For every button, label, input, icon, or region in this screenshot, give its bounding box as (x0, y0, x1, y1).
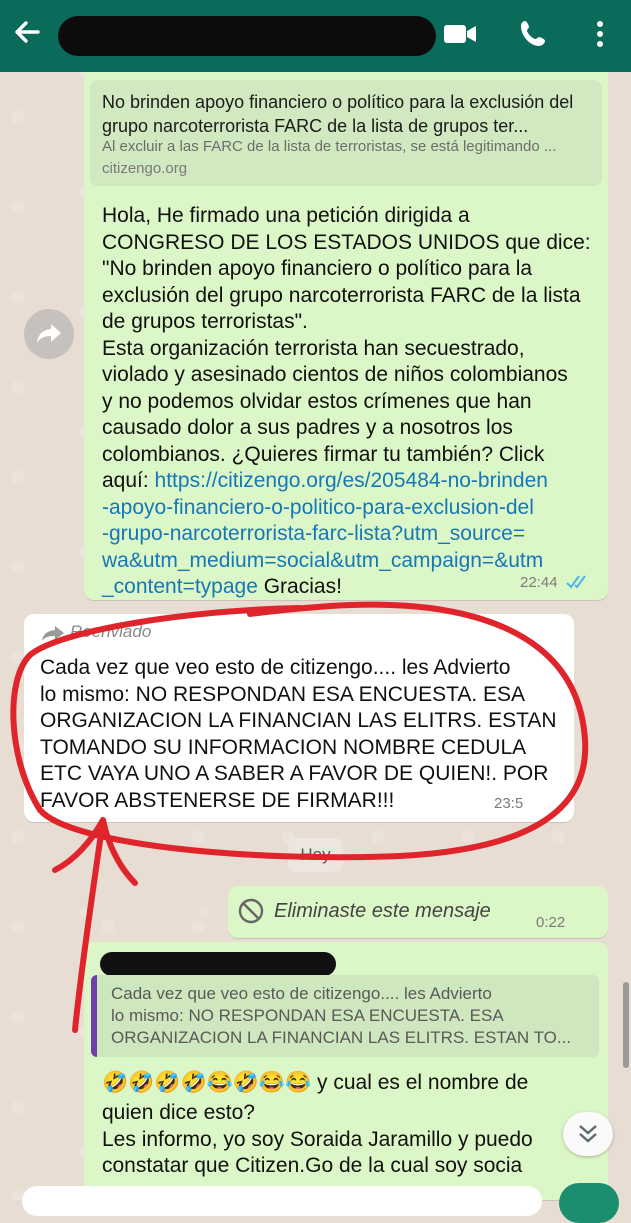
prohibited-icon (237, 897, 265, 925)
redacted-quoted-author (100, 952, 336, 976)
scroll-down-button[interactable] (563, 1112, 613, 1156)
message-time: 22:44 (520, 574, 558, 591)
emoji-row: 🤣🤣🤣🤣😂🤣😂😂 (102, 1071, 312, 1094)
deleted-message-text: Eliminaste este mensaje (274, 900, 491, 922)
chat-header (0, 0, 631, 72)
message-input[interactable] (22, 1186, 542, 1216)
forward-arrow-icon (37, 324, 61, 343)
redacted-contact-name[interactable] (58, 16, 436, 56)
link-preview-domain: citizengo.org (102, 160, 188, 177)
phone-icon[interactable] (515, 16, 555, 52)
date-separator: Hoy (288, 838, 343, 872)
message-text: 🤣🤣🤣🤣😂🤣😂😂 y cual es el nombre de (102, 1070, 602, 1097)
more-vert-icon[interactable] (585, 16, 625, 52)
message-body: Hola, He firmado una petición dirigida a… (102, 204, 591, 492)
quoted-message-text: Cada vez que veo esto de citizengo.... l… (111, 984, 572, 1047)
link-preview-description: Al excluir a las FARC de la lista de ter… (102, 138, 557, 155)
forwarded-label: Reenviado (70, 622, 152, 641)
forwarded-icon (40, 624, 66, 642)
back-arrow-icon[interactable] (8, 12, 48, 52)
link-preview[interactable]: No brinden apoyo financiero o político p… (90, 80, 602, 186)
video-call-icon[interactable] (440, 16, 480, 52)
message-time: 0:22 (536, 914, 566, 931)
quoted-message[interactable]: Cada vez que veo esto de citizengo.... l… (91, 975, 599, 1057)
read-ticks-icon (566, 574, 590, 590)
message-body: quien dice esto? Les informo, yo soy Sor… (102, 1101, 533, 1177)
message-text: Cada vez que veo esto de citizengo.... l… (40, 656, 557, 812)
message-tail: Gracias! (257, 575, 342, 598)
message-body-line1: y cual es el nombre de (311, 1071, 529, 1094)
double-chevron-down-icon (579, 1125, 597, 1143)
scrollbar-thumb[interactable] (623, 982, 629, 1068)
mic-button[interactable] (559, 1183, 619, 1223)
message-time: 23:5 (494, 795, 524, 812)
message-text: Hola, He firmado una petición dirigida a… (102, 203, 598, 601)
link-preview-title: No brinden apoyo financiero o político p… (102, 92, 574, 136)
forward-button[interactable] (24, 309, 74, 359)
